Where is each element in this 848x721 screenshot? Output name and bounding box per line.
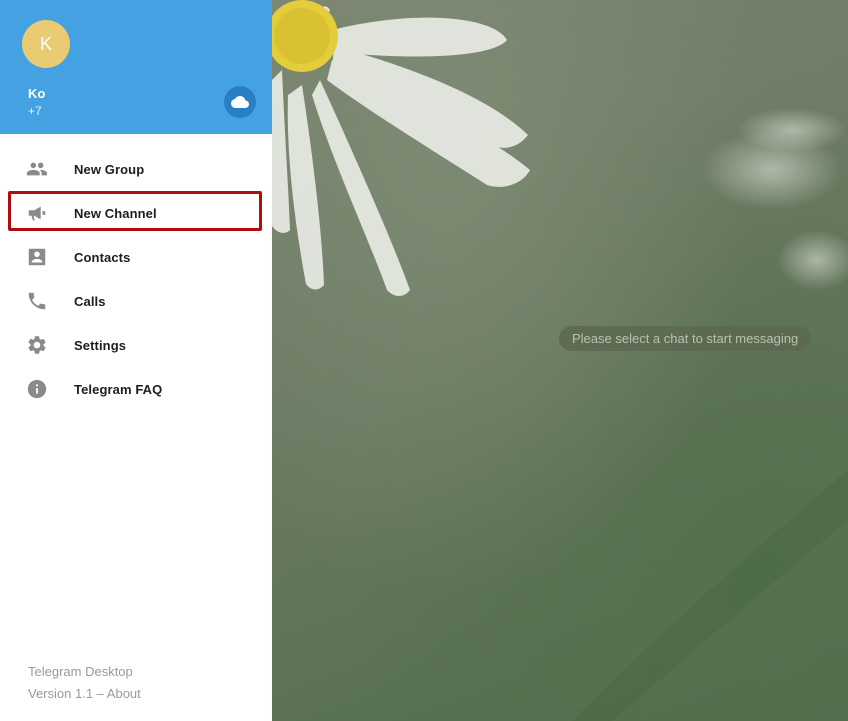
main-menu-panel: K Ko +7 New Group New Channel Contacts C… xyxy=(0,0,272,721)
menu-item-label: Calls xyxy=(74,293,106,309)
profile-name: Ko xyxy=(28,86,46,101)
profile-phone: +7 xyxy=(28,104,42,118)
menu-item-label: New Channel xyxy=(74,205,157,221)
info-icon xyxy=(26,378,48,400)
menu-item-settings[interactable]: Settings xyxy=(0,323,272,367)
menu-item-new-group[interactable]: New Group xyxy=(0,147,272,191)
menu-item-new-channel[interactable]: New Channel xyxy=(0,191,272,235)
chat-area: Please select a chat to start messaging xyxy=(272,0,848,721)
telegram-window: K Ko +7 New Group New Channel Contacts C… xyxy=(0,0,848,721)
menu-item-telegram-faq[interactable]: Telegram FAQ xyxy=(0,367,272,411)
version-label: Version 1.1 – About xyxy=(28,686,141,701)
empty-chat-hint: Please select a chat to start messaging xyxy=(559,326,812,351)
group-icon xyxy=(26,158,48,180)
menu-item-label: New Group xyxy=(74,161,145,177)
menu-item-label: Contacts xyxy=(74,249,131,265)
about-link[interactable]: About xyxy=(107,686,141,701)
profile-header: K Ko +7 xyxy=(0,0,272,134)
menu-item-label: Settings xyxy=(74,337,127,353)
saved-messages-button[interactable] xyxy=(224,86,256,118)
menu-item-contacts[interactable]: Contacts xyxy=(0,235,272,279)
main-menu: New Group New Channel Contacts Calls Set… xyxy=(0,147,272,411)
app-name-label: Telegram Desktop xyxy=(28,664,133,679)
cloud-icon xyxy=(231,93,249,111)
menu-item-calls[interactable]: Calls xyxy=(0,279,272,323)
menu-item-label: Telegram FAQ xyxy=(74,381,163,397)
phone-icon xyxy=(26,290,48,312)
version-text: Version 1.1 – xyxy=(28,686,104,701)
gear-icon xyxy=(26,334,48,356)
megaphone-icon xyxy=(26,202,48,224)
contact-card-icon xyxy=(26,246,48,268)
avatar[interactable]: K xyxy=(22,20,70,68)
wallpaper-daisy-illustration xyxy=(272,0,848,721)
